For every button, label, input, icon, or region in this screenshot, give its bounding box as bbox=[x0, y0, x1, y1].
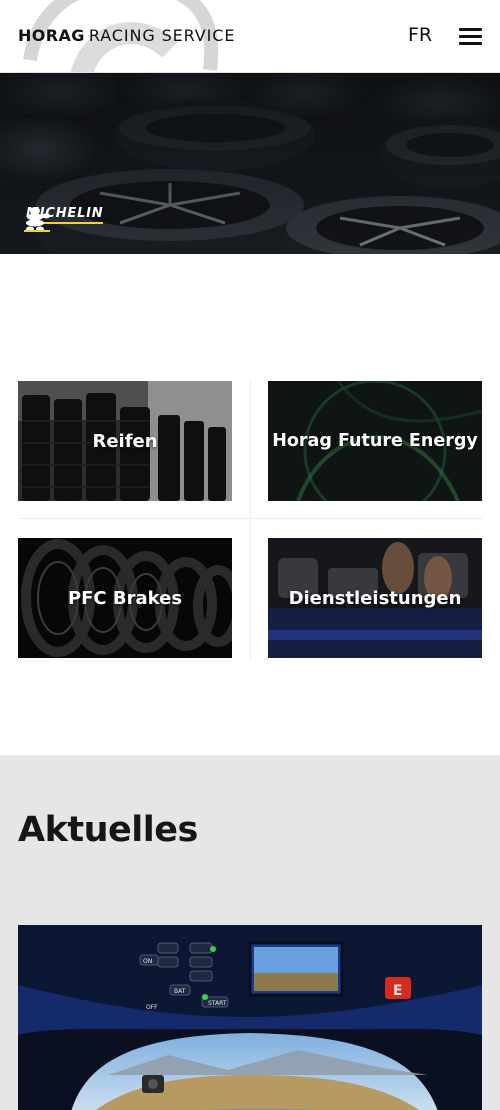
category-label-reifen: Reifen bbox=[92, 430, 158, 452]
news-section: Aktuelles ON OFF BAT START E bbox=[0, 755, 500, 1110]
category-grid: Reifen Horag Future Energy PFC Brakes Di… bbox=[18, 380, 482, 660]
category-label-future-energy: Horag Future Energy bbox=[272, 431, 478, 451]
logo-secondary-text: RACING SERVICE bbox=[88, 26, 236, 45]
grid-divider-horizontal bbox=[18, 518, 482, 519]
grid-divider-vertical bbox=[250, 380, 251, 660]
hero-banner: MICHELIN bbox=[0, 73, 500, 254]
category-tile-pfc-brakes[interactable]: PFC Brakes bbox=[18, 538, 232, 658]
dash-label-e: E bbox=[393, 983, 403, 999]
category-tile-future-energy[interactable]: Horag Future Energy bbox=[268, 381, 482, 501]
hero-tires-image bbox=[0, 73, 500, 254]
dash-label-bat: BAT bbox=[174, 988, 186, 995]
michelin-man-icon bbox=[24, 207, 50, 232]
news-cockpit-image: ON OFF BAT START E bbox=[18, 925, 482, 1110]
category-tile-dienstleistungen[interactable]: Dienstleistungen bbox=[268, 538, 482, 658]
site-logo[interactable]: HORAG RACING SERVICE bbox=[18, 26, 235, 45]
category-label-pfc-brakes: PFC Brakes bbox=[67, 587, 183, 609]
news-section-title: Aktuelles bbox=[18, 810, 198, 850]
category-tile-reifen[interactable]: Reifen bbox=[18, 381, 232, 501]
michelin-brand-badge: MICHELIN bbox=[22, 206, 104, 232]
news-card[interactable]: ON OFF BAT START E bbox=[18, 925, 482, 1110]
dash-label-on: ON bbox=[143, 958, 152, 965]
site-header: HORAG RACING SERVICE FR bbox=[0, 0, 500, 73]
category-label-dienstleistungen: Dienstleistungen bbox=[288, 587, 462, 609]
language-switch-link[interactable]: FR bbox=[408, 24, 432, 46]
logo-primary-text: HORAG bbox=[18, 26, 85, 45]
hamburger-menu-icon[interactable] bbox=[459, 28, 482, 45]
dash-label-off: OFF bbox=[146, 1004, 158, 1011]
dash-label-start: START bbox=[208, 1000, 227, 1007]
